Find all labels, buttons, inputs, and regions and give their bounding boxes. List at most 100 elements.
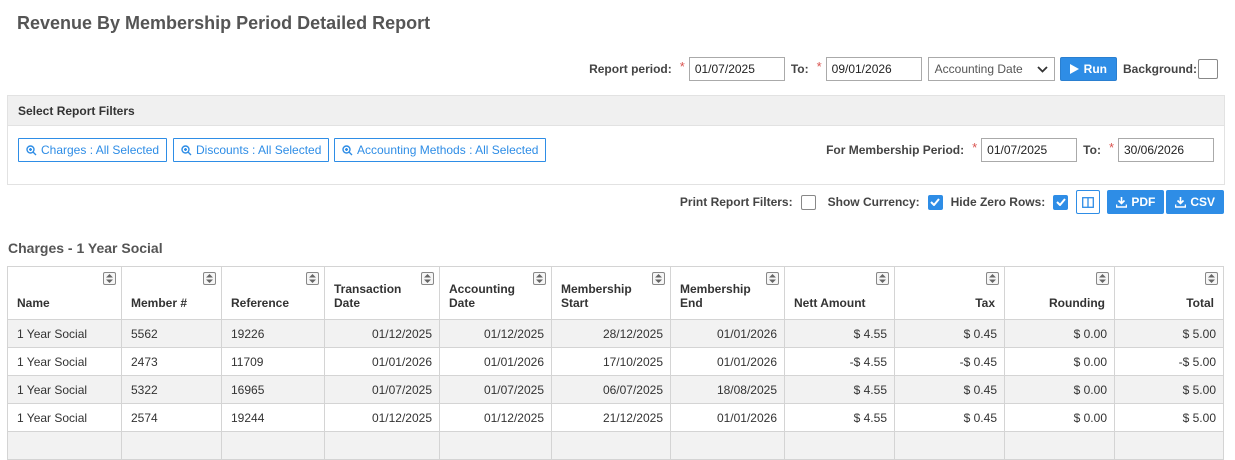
cell-rounding: $ 0.00 [1004, 347, 1115, 376]
cell-reference: 19244 [221, 403, 325, 432]
cell-membership-start: 06/07/2025 [551, 375, 671, 404]
sort-icon[interactable] [203, 272, 216, 285]
zoom-in-icon [26, 144, 37, 155]
report-period-to-label: To: [790, 62, 809, 76]
check-icon [930, 198, 940, 206]
sort-icon[interactable] [306, 272, 319, 285]
membership-period-label: For Membership Period: [826, 143, 965, 157]
column-header-membership-end[interactable]: Membership End [670, 266, 785, 320]
required-marker: * [679, 58, 685, 74]
report-period-from-input[interactable] [688, 57, 785, 81]
charges-filter-button[interactable]: Charges : All Selected [18, 138, 168, 162]
column-header-total[interactable]: Total [1114, 266, 1224, 320]
table-header-row: Name Member # Reference Transaction Date… [7, 266, 1224, 320]
sort-icon[interactable] [103, 272, 116, 285]
csv-label: CSV [1190, 195, 1215, 209]
cell-name: 1 Year Social [7, 319, 122, 348]
report-table: Name Member # Reference Transaction Date… [7, 266, 1224, 460]
column-header-transaction-date[interactable]: Transaction Date [324, 266, 440, 320]
charges-filter-label: Charges : All Selected [41, 143, 160, 157]
cell-total: $ 5.00 [1114, 403, 1224, 432]
columns-toggle-button[interactable] [1076, 190, 1101, 214]
sort-icon[interactable] [1096, 272, 1109, 285]
column-header-rounding[interactable]: Rounding [1004, 266, 1115, 320]
report-period-label: Report period: [589, 62, 672, 76]
cell-membership-end: 01/01/2026 [670, 347, 785, 376]
cell-tax: $ 0.45 [894, 403, 1005, 432]
run-button[interactable]: Run [1059, 57, 1117, 81]
cell-tax: $ 0.45 [894, 375, 1005, 404]
membership-period-to-input[interactable] [1118, 138, 1214, 162]
accounting-methods-filter-button[interactable]: Accounting Methods : All Selected [334, 138, 547, 162]
discounts-filter-button[interactable]: Discounts : All Selected [173, 138, 330, 162]
cell-accounting-date: 01/01/2026 [439, 347, 552, 376]
table-row: 1 Year Social 2574 19244 01/12/2025 01/1… [7, 403, 1224, 432]
report-options-row: Print Report Filters: Show Currency: Hid… [680, 189, 1224, 215]
date-type-select[interactable]: Accounting Date [927, 57, 1055, 81]
cell-tax: -$ 0.45 [894, 347, 1005, 376]
print-filters-label: Print Report Filters: [679, 195, 793, 209]
filter-panel: Charges : All Selected Discounts : All S… [7, 125, 1225, 185]
report-period-to-input[interactable] [825, 57, 922, 81]
table-row: 1 Year Social 5322 16965 01/07/2025 01/0… [7, 375, 1224, 404]
cell-membership-end: 01/01/2026 [670, 403, 785, 432]
cell-total: -$ 5.00 [1114, 347, 1224, 376]
cell-name: 1 Year Social [7, 347, 122, 376]
cell-transaction-date: 01/01/2026 [324, 347, 440, 376]
cell-name: 1 Year Social [7, 403, 122, 432]
report-period-row: Report period: * To: * Accounting Date R… [589, 57, 1218, 81]
cell-nett-amount: $ 4.55 [784, 403, 895, 432]
csv-button[interactable]: CSV [1166, 190, 1224, 214]
cell-rounding: $ 0.00 [1004, 319, 1115, 348]
cell-total: $ 5.00 [1114, 319, 1224, 348]
sort-icon[interactable] [421, 272, 434, 285]
sort-icon[interactable] [533, 272, 546, 285]
column-header-membership-start[interactable]: Membership Start [551, 266, 671, 320]
column-header-tax[interactable]: Tax [894, 266, 1005, 320]
sort-icon[interactable] [876, 272, 889, 285]
sort-icon[interactable] [652, 272, 665, 285]
background-checkbox[interactable] [1198, 59, 1218, 79]
page-title: Revenue By Membership Period Detailed Re… [17, 13, 431, 33]
membership-period-row: For Membership Period: * To: * [826, 138, 1214, 162]
check-icon [1056, 198, 1066, 206]
cell-member-number: 5322 [121, 375, 222, 404]
column-header-name[interactable]: Name [7, 266, 122, 320]
cell-rounding: $ 0.00 [1004, 375, 1115, 404]
sort-icon[interactable] [986, 272, 999, 285]
column-header-reference[interactable]: Reference [221, 266, 325, 320]
print-filters-checkbox[interactable] [800, 194, 816, 210]
sort-icon[interactable] [1205, 272, 1218, 285]
cell-reference: 11709 [221, 347, 325, 376]
hide-zero-rows-label: Hide Zero Rows: [950, 195, 1046, 209]
pdf-button[interactable]: PDF [1107, 190, 1165, 214]
cell-transaction-date: 01/12/2025 [324, 319, 440, 348]
hide-zero-rows-checkbox[interactable] [1053, 194, 1069, 210]
cell-accounting-date: 01/12/2025 [439, 319, 552, 348]
cell-nett-amount: -$ 4.55 [784, 347, 895, 376]
required-marker: * [816, 58, 822, 74]
cell-accounting-date: 01/12/2025 [439, 403, 552, 432]
column-header-nett-amount[interactable]: Nett Amount [784, 266, 895, 320]
filter-panel-header: Select Report Filters [7, 95, 1225, 125]
column-header-member-number[interactable]: Member # [121, 266, 222, 320]
membership-period-from-input[interactable] [981, 138, 1078, 162]
cell-tax: $ 0.45 [894, 319, 1005, 348]
cell-member-number: 2473 [121, 347, 222, 376]
table-row-partial [7, 431, 1224, 460]
show-currency-checkbox[interactable] [927, 194, 943, 210]
cell-membership-end: 01/01/2026 [670, 319, 785, 348]
cell-membership-end: 18/08/2025 [670, 375, 785, 404]
required-marker: * [1108, 139, 1114, 155]
cell-transaction-date: 01/07/2025 [324, 375, 440, 404]
chevron-down-icon [1037, 62, 1048, 76]
columns-icon [1082, 196, 1095, 208]
sort-icon[interactable] [766, 272, 779, 285]
cell-reference: 19226 [221, 319, 325, 348]
column-header-accounting-date[interactable]: Accounting Date [439, 266, 552, 320]
run-label: Run [1083, 62, 1107, 76]
cell-nett-amount: $ 4.55 [784, 375, 895, 404]
cell-membership-start: 28/12/2025 [551, 319, 671, 348]
cell-transaction-date: 01/12/2025 [324, 403, 440, 432]
cell-rounding: $ 0.00 [1004, 403, 1115, 432]
